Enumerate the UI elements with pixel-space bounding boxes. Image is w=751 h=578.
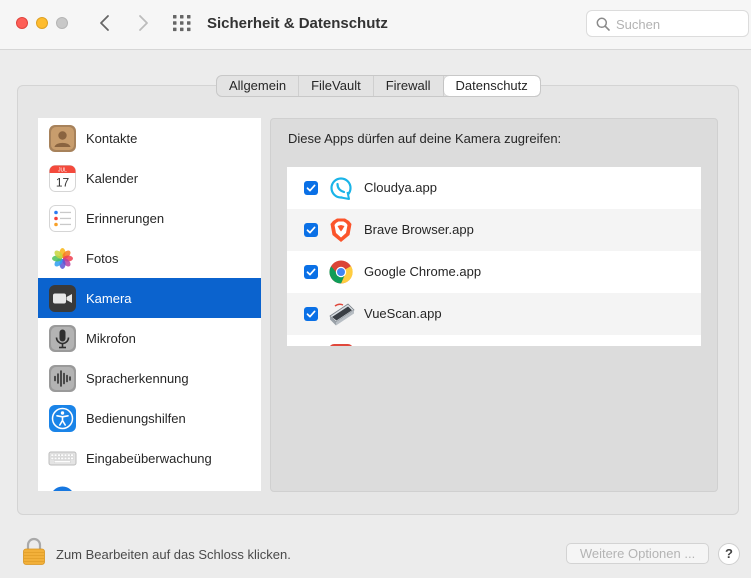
sidebar-item-label: Eingabeüberwachung — [86, 451, 212, 466]
search-field[interactable] — [586, 10, 749, 37]
cloudya-icon — [330, 177, 352, 200]
list-item[interactable]: Brave Browser.app — [287, 209, 701, 251]
sidebar-item-label: Mikrofon — [86, 331, 136, 346]
help-button[interactable]: ? — [718, 543, 740, 565]
app-icon — [330, 344, 352, 346]
checkmark-icon — [306, 268, 316, 276]
chevron-left-icon — [100, 15, 109, 31]
preferences-window: Sicherheit & Datenschutz Allgemein FileV… — [0, 0, 751, 578]
accessibility-icon — [49, 405, 76, 432]
minimize-window-button[interactable] — [36, 17, 48, 29]
tab-bar: Allgemein FileVault Firewall Datenschutz — [216, 75, 541, 97]
list-item[interactable]: VueScan.app — [287, 293, 701, 335]
sidebar-item-partial[interactable] — [38, 478, 261, 491]
app-checkbox[interactable] — [304, 181, 318, 195]
speech-recognition-icon — [49, 365, 76, 392]
app-list[interactable]: Cloudya.app Brave Browser.app Google Chr… — [287, 167, 701, 346]
photos-icon — [49, 245, 76, 272]
tab-allgemein[interactable]: Allgemein — [217, 76, 300, 96]
tab-firewall[interactable]: Firewall — [374, 76, 444, 96]
calendar-icon: JUL 17 — [49, 165, 76, 192]
checkmark-icon — [306, 184, 316, 192]
sidebar-item-spracherkennung[interactable]: Spracherkennung — [38, 358, 261, 398]
search-icon — [596, 17, 610, 31]
back-button[interactable] — [94, 12, 116, 34]
app-name: Google Chrome.app — [364, 264, 482, 279]
show-all-button[interactable] — [172, 14, 192, 32]
pane-description: Diese Apps dürfen auf deine Kamera zugre… — [288, 131, 562, 146]
sidebar-item-fotos[interactable]: Fotos — [38, 238, 261, 278]
sidebar-item-kamera[interactable]: Kamera — [38, 278, 261, 318]
vuescan-icon — [329, 303, 355, 326]
zoom-window-button[interactable] — [56, 17, 68, 29]
app-checkbox[interactable] — [304, 265, 318, 279]
app-checkbox[interactable] — [304, 223, 318, 237]
chrome-icon — [329, 260, 353, 284]
app-name: Cloudya.app — [364, 180, 437, 195]
checkmark-icon — [306, 310, 316, 318]
advanced-options-button[interactable]: Weitere Optionen ... — [566, 543, 709, 564]
search-input[interactable] — [616, 15, 741, 33]
app-name: VueScan.app — [364, 306, 442, 321]
sidebar-item-label: Fotos — [86, 251, 119, 266]
list-item[interactable] — [287, 335, 701, 346]
brave-icon — [330, 218, 352, 242]
camera-icon — [49, 285, 76, 312]
sidebar-item-erinnerungen[interactable]: Erinnerungen — [38, 198, 261, 238]
app-name: Brave Browser.app — [364, 222, 474, 237]
privacy-sidebar: Kontakte JUL 17 Kalender Erinnerungen Fo… — [38, 118, 261, 491]
svg-text:17: 17 — [56, 176, 70, 190]
sidebar-item-kontakte[interactable]: Kontakte — [38, 118, 261, 158]
forward-button[interactable] — [132, 12, 154, 34]
sidebar-item-bedienungshilfen[interactable]: Bedienungshilfen — [38, 398, 261, 438]
list-item[interactable]: Google Chrome.app — [287, 251, 701, 293]
svg-text:JUL: JUL — [58, 168, 67, 174]
sidebar-item-label: Bedienungshilfen — [86, 411, 186, 426]
sidebar-item-mikrofon[interactable]: Mikrofon — [38, 318, 261, 358]
close-window-button[interactable] — [16, 17, 28, 29]
contacts-icon — [49, 125, 76, 152]
window-title: Sicherheit & Datenschutz — [207, 15, 388, 32]
sidebar-item-label: Kalender — [86, 171, 139, 186]
tab-datenschutz[interactable]: Datenschutz — [443, 76, 540, 96]
list-item[interactable]: Cloudya.app — [287, 167, 701, 209]
sidebar-item-label: Kontakte — [86, 131, 138, 146]
sidebar-item-label: Kamera — [86, 291, 132, 306]
sidebar-item-eingabeueberwachung[interactable]: Eingabeüberwachung — [38, 438, 261, 478]
sidebar-item-label: Spracherkennung — [86, 371, 189, 386]
title-bar: Sicherheit & Datenschutz — [0, 0, 751, 50]
sidebar-item-label: Erinnerungen — [86, 211, 165, 226]
chevron-right-icon — [139, 15, 148, 31]
tab-filevault[interactable]: FileVault — [299, 76, 374, 96]
lock-hint-text: Zum Bearbeiten auf das Schloss klicken. — [56, 547, 291, 562]
microphone-icon — [49, 325, 76, 352]
app-checkbox[interactable] — [304, 307, 318, 321]
sidebar-item-kalender[interactable]: JUL 17 Kalender — [38, 158, 261, 198]
reminders-icon — [49, 205, 76, 232]
app-icon — [53, 486, 72, 491]
lock-icon[interactable] — [22, 536, 46, 566]
keyboard-icon — [48, 451, 77, 466]
checkmark-icon — [306, 226, 316, 234]
grid-icon — [173, 15, 191, 32]
